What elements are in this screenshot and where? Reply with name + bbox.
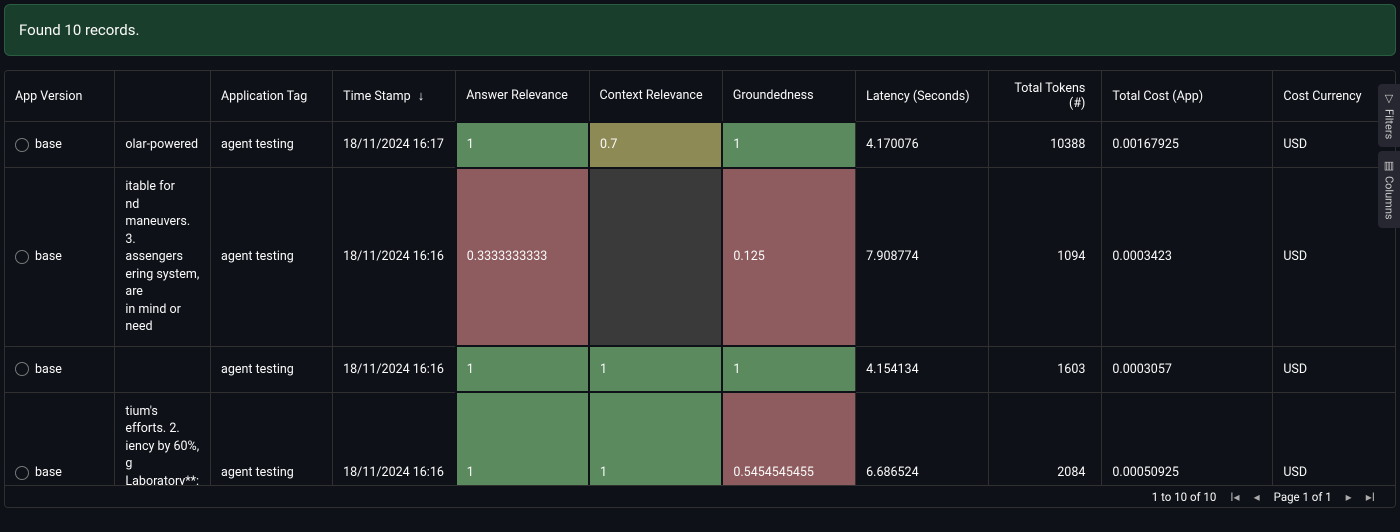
context-relevance-cell: 1 (589, 346, 722, 392)
app-version-value: base (35, 362, 62, 377)
app-version-cell[interactable]: base (5, 168, 115, 347)
table-footer: 1 to 10 of 10 I◂ ◂ Page 1 of 1 ▸ ▸I (5, 485, 1395, 507)
next-page-icon[interactable]: ▸ (1346, 490, 1352, 504)
timestamp-cell: 18/11/2024 16:16 (333, 346, 456, 392)
col-total-cost[interactable]: Total Cost (App) (1102, 71, 1273, 122)
table-row[interactable]: base olar-poweredagent testing18/11/2024 … (5, 122, 1395, 168)
filters-tab[interactable]: ▽ Filters (1378, 84, 1400, 147)
groundedness-cell: 1 (722, 122, 855, 168)
latency-cell: 7.908774 (856, 168, 989, 347)
currency-cell: USD (1273, 346, 1395, 392)
text-cell (115, 346, 211, 392)
text-cell: itable for nd maneuvers. 3. assengers er… (115, 168, 211, 347)
table-row[interactable]: baseagent testing18/11/2024 16:161114.15… (5, 346, 1395, 392)
header-row: App Version Application Tag Time Stamp ↓… (5, 71, 1395, 122)
cost-cell: 0.0003423 (1102, 168, 1273, 347)
latency-cell: 4.154134 (856, 346, 989, 392)
sort-desc-icon: ↓ (418, 88, 425, 104)
tokens-cell: 10388 (989, 122, 1102, 168)
tag-cell: agent testing (211, 392, 333, 487)
cost-cell: 0.00050925 (1102, 392, 1273, 487)
page-indicator: Page 1 of 1 (1274, 490, 1332, 504)
groundedness-cell: 0.5454545455 (722, 392, 855, 487)
columns-label: Columns (1383, 176, 1396, 220)
timestamp-cell: 18/11/2024 16:17 (333, 122, 456, 168)
radio-icon[interactable] (15, 466, 29, 480)
currency-cell: USD (1273, 392, 1395, 487)
answer-relevance-cell: 1 (456, 392, 589, 487)
context-relevance-cell: 0.7 (589, 122, 722, 168)
col-application-tag[interactable]: Application Tag (211, 71, 333, 122)
cost-cell: 0.00167925 (1102, 122, 1273, 168)
col-time-stamp-label: Time Stamp (343, 89, 410, 104)
groundedness-cell: 1 (722, 346, 855, 392)
columns-icon: ▥ (1383, 159, 1396, 172)
app-version-cell[interactable]: base (5, 122, 115, 168)
col-time-stamp[interactable]: Time Stamp ↓ (333, 71, 456, 122)
tag-cell: agent testing (211, 346, 333, 392)
groundedness-cell: 0.125 (722, 168, 855, 347)
col-answer-relevance[interactable]: Answer Relevance (456, 71, 589, 122)
text-cell: olar-powered (115, 122, 211, 168)
app-version-cell[interactable]: base (5, 346, 115, 392)
filter-icon: ▽ (1383, 92, 1396, 105)
latency-cell: 6.686524 (856, 392, 989, 487)
col-latency[interactable]: Latency (Seconds) (856, 71, 989, 122)
last-page-icon[interactable]: ▸I (1366, 490, 1375, 504)
answer-relevance-cell: 1 (456, 122, 589, 168)
first-page-icon[interactable]: I◂ (1230, 490, 1239, 504)
context-relevance-cell (589, 168, 722, 347)
context-relevance-cell: 1 (589, 392, 722, 487)
app-version-cell[interactable]: base (5, 392, 115, 487)
tokens-cell: 1094 (989, 168, 1102, 347)
col-groundedness[interactable]: Groundedness (722, 71, 855, 122)
side-tabs: ▽ Filters ▥ Columns (1378, 84, 1400, 228)
radio-icon[interactable] (15, 138, 29, 152)
filters-label: Filters (1383, 109, 1396, 139)
records-banner: Found 10 records. (4, 4, 1396, 56)
currency-cell: USD (1273, 168, 1395, 347)
col-text[interactable] (115, 71, 211, 122)
latency-cell: 4.170076 (856, 122, 989, 168)
columns-tab[interactable]: ▥ Columns (1378, 151, 1400, 228)
answer-relevance-cell: 1 (456, 346, 589, 392)
timestamp-cell: 18/11/2024 16:16 (333, 168, 456, 347)
app-version-value: base (35, 249, 62, 264)
text-cell: tium's efforts. 2. iency by 60%, g Labor… (115, 392, 211, 487)
cost-cell: 0.0003057 (1102, 346, 1273, 392)
col-cost-currency[interactable]: Cost Currency (1273, 71, 1395, 122)
app-version-value: base (35, 465, 62, 480)
radio-icon[interactable] (15, 362, 29, 376)
radio-icon[interactable] (15, 250, 29, 264)
tokens-cell: 1603 (989, 346, 1102, 392)
table-row[interactable]: base tium's efforts. 2. iency by 60%, g L… (5, 392, 1395, 487)
prev-page-icon[interactable]: ◂ (1254, 490, 1260, 504)
data-table: App Version Application Tag Time Stamp ↓… (4, 70, 1396, 508)
answer-relevance-cell: 0.3333333333 (456, 168, 589, 347)
tag-cell: agent testing (211, 168, 333, 347)
tag-cell: agent testing (211, 122, 333, 168)
col-app-version[interactable]: App Version (5, 71, 115, 122)
col-context-relevance[interactable]: Context Relevance (589, 71, 722, 122)
timestamp-cell: 18/11/2024 16:16 (333, 392, 456, 487)
col-total-tokens[interactable]: Total Tokens (#) (989, 71, 1102, 122)
row-range: 1 to 10 of 10 (1152, 490, 1217, 504)
tokens-cell: 2084 (989, 392, 1102, 487)
app-version-value: base (35, 137, 62, 152)
currency-cell: USD (1273, 122, 1395, 168)
table-row[interactable]: base itable for nd maneuvers. 3. assenger… (5, 168, 1395, 347)
